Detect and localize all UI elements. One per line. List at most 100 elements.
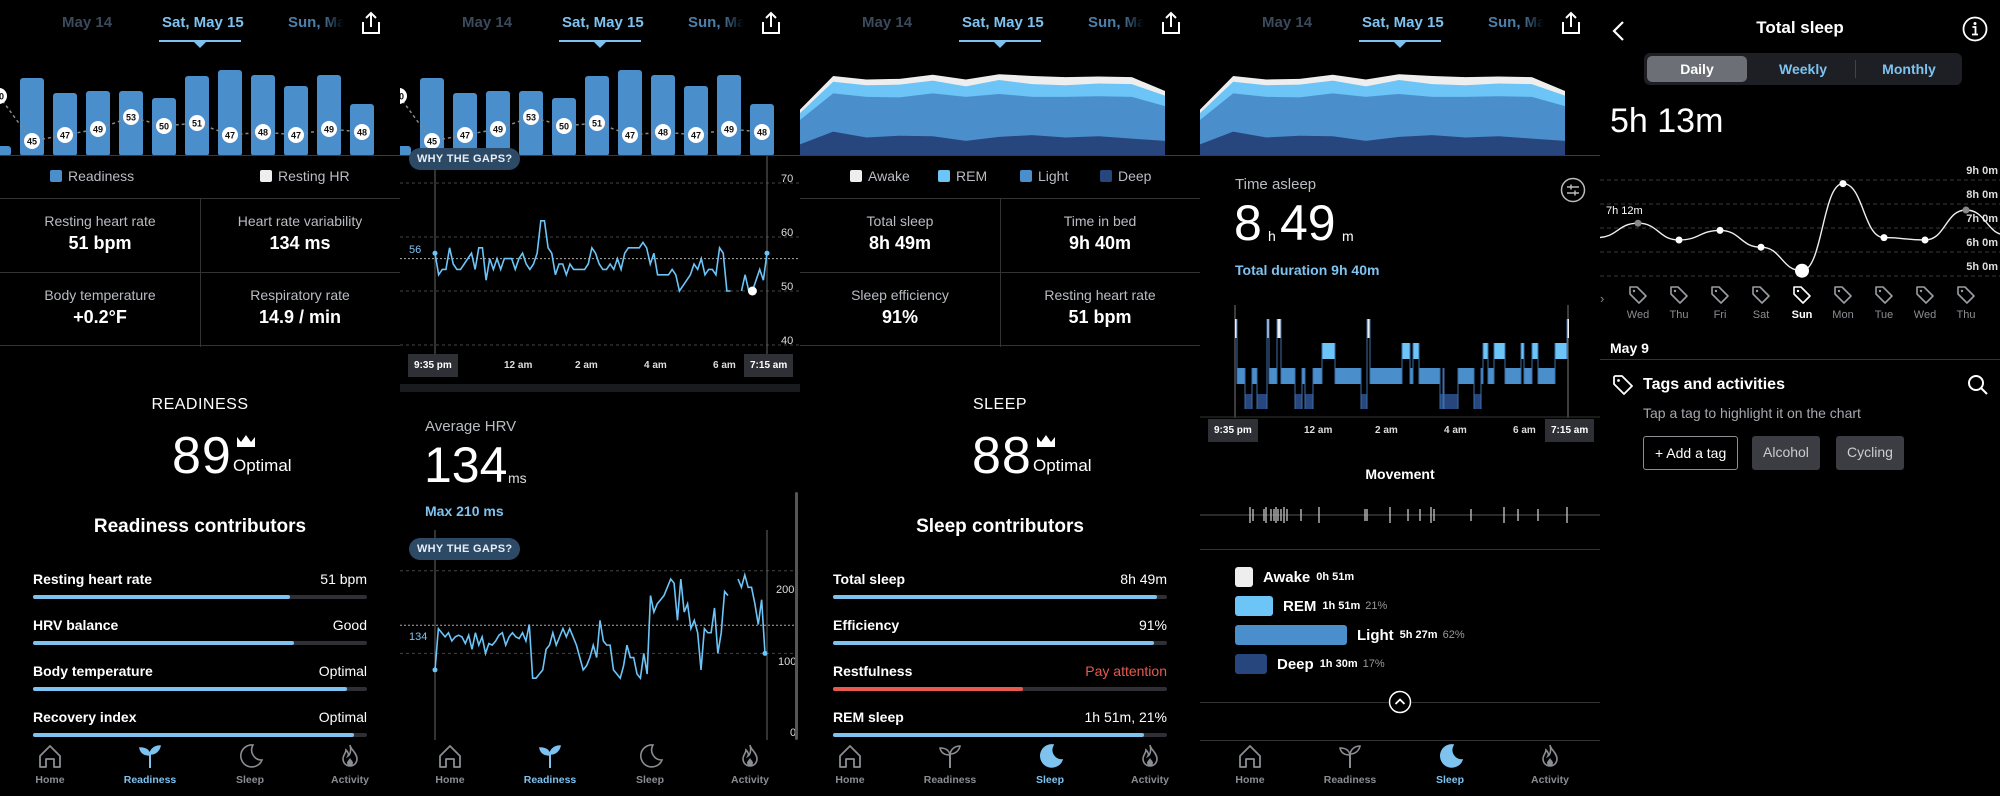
tab-readiness[interactable]: Readiness: [1300, 742, 1400, 786]
hrv-max: Max 210 ms: [425, 503, 504, 519]
tab-readiness[interactable]: Readiness: [100, 742, 200, 786]
resting-hr-label: 49: [493, 125, 503, 135]
why-the-gaps-button[interactable]: WHY THE GAPS?: [409, 148, 521, 170]
legend-deep: Deep: [1100, 168, 1151, 184]
stage-duration: 1h 51m: [1322, 600, 1361, 612]
tab-activity[interactable]: Activity: [700, 742, 800, 786]
end-time: 7:15 am: [744, 354, 794, 377]
moon-icon: [1039, 744, 1064, 768]
hypnogram-segment-D: [1305, 394, 1313, 409]
add-tag-button[interactable]: + Add a tag: [1643, 436, 1739, 470]
contributor-label: HRV balance: [33, 617, 119, 633]
legend-label: Awake: [868, 168, 910, 184]
date-navigator: May 14 Sat, May 15 Sun, May 16: [800, 0, 1200, 48]
heart-rate-chart: [400, 156, 800, 356]
tab-sleep[interactable]: Sleep: [1400, 742, 1500, 786]
tab-label: Home: [1235, 774, 1265, 786]
chart-baseline: [0, 155, 400, 156]
date-prev[interactable]: May 14: [62, 14, 112, 31]
share-icon[interactable]: [358, 10, 384, 36]
hrv-line: [737, 571, 766, 654]
segment-monthly[interactable]: Monthly: [1859, 56, 1959, 82]
resting-hr-label: 53: [126, 113, 136, 123]
date-prev[interactable]: May 14: [462, 14, 512, 31]
segment-weekly[interactable]: Weekly: [1753, 56, 1853, 82]
readiness-bar: [717, 75, 741, 156]
info-icon[interactable]: [1962, 16, 1988, 42]
flame-icon: [1542, 744, 1558, 767]
time-tick: 2 am: [1375, 425, 1398, 436]
contributor-label: Body temperature: [33, 663, 153, 679]
contributor-row[interactable]: HRV balance Good: [33, 617, 367, 647]
date-next[interactable]: Sun, May 16: [1488, 14, 1544, 31]
resting-hr-label: 49: [324, 125, 334, 135]
date-current[interactable]: Sat, May 15: [562, 14, 644, 31]
tab-activity[interactable]: Activity: [1100, 742, 1200, 786]
resting-hr-label: 49: [724, 125, 734, 135]
search-icon[interactable]: [1966, 373, 1990, 397]
date-next[interactable]: Sun, May 16: [288, 14, 344, 31]
share-icon[interactable]: [1158, 10, 1184, 36]
share-icon[interactable]: [1558, 10, 1584, 36]
stage-row-awake: Awake 0h 51m: [1235, 566, 1359, 588]
tab-sleep[interactable]: Sleep: [600, 742, 700, 786]
tab-readiness[interactable]: Readiness: [900, 742, 1000, 786]
hr-axis-tick: 70: [781, 173, 794, 185]
why-the-gaps-button[interactable]: WHY THE GAPS?: [409, 538, 521, 560]
metric-label: Time in bed: [1063, 213, 1137, 229]
scrollbar[interactable]: [795, 492, 798, 740]
contributor-row[interactable]: REM sleep 1h 51m, 21%: [833, 709, 1167, 739]
data-point: [1634, 219, 1642, 227]
tab-activity[interactable]: Activity: [300, 742, 400, 786]
tab-readiness[interactable]: Readiness: [500, 742, 600, 786]
segment-daily[interactable]: Daily: [1647, 56, 1747, 82]
hrv-chart: [400, 530, 795, 740]
contributor-row[interactable]: Resting heart rate 51 bpm: [33, 571, 367, 601]
contributor-row[interactable]: Efficiency 91%: [833, 617, 1167, 647]
tab-home[interactable]: Home: [400, 742, 500, 786]
tag-icon-shape: [1629, 286, 1647, 304]
contributor-row[interactable]: Recovery index Optimal: [33, 709, 367, 739]
tab-label: Activity: [1531, 774, 1569, 786]
divider: [1200, 549, 1600, 550]
contributor-row[interactable]: Restfulness Pay attention: [833, 663, 1167, 693]
hypnogram-segment-R: [1555, 343, 1567, 359]
tag-chip-cycling[interactable]: Cycling: [1836, 436, 1904, 470]
tab-sleep[interactable]: Sleep: [1000, 742, 1100, 786]
tab-home[interactable]: Home: [1200, 742, 1300, 786]
readiness-bar: [317, 75, 341, 156]
date-next[interactable]: Sun, May 16: [1088, 14, 1144, 31]
date-next[interactable]: Sun, May 16: [688, 14, 744, 31]
hrv-line: [434, 577, 729, 681]
hrv-value: 134: [424, 437, 508, 493]
tab-home[interactable]: Home: [0, 742, 100, 786]
readiness-bar: [684, 86, 708, 156]
date-current[interactable]: Sat, May 15: [962, 14, 1044, 31]
collapse-chevron-up-icon[interactable]: [1388, 690, 1412, 714]
metrics-grid: Total sleep 8h 49m Time in bed 9h 40m Slee…: [800, 198, 1200, 347]
share-icon[interactable]: [758, 10, 784, 36]
hrv-axis-tick: 200: [776, 584, 795, 596]
date-prev[interactable]: May 14: [862, 14, 912, 31]
tab-sleep[interactable]: Sleep: [200, 742, 300, 786]
readiness-screen: May 14 Sat, May 15 Sun, May 16 60 45 47 49 5…: [0, 0, 400, 796]
hrv-end-point: [762, 650, 768, 656]
date-current[interactable]: Sat, May 15: [162, 14, 244, 31]
total-duration: Total duration 9h 40m: [1235, 262, 1380, 278]
tag-icon-hole: [1673, 289, 1677, 293]
contributor-row[interactable]: Body temperature Optimal: [33, 663, 367, 693]
contributor-row[interactable]: Total sleep 8h 49m: [833, 571, 1167, 601]
settings-sliders-icon[interactable]: [1560, 177, 1586, 203]
contributor-value: Optimal: [318, 709, 367, 725]
readiness-bar: [251, 75, 275, 156]
contributor-label: Total sleep: [833, 571, 906, 587]
date-prev[interactable]: May 14: [1262, 14, 1312, 31]
crown-icon: [1037, 435, 1055, 447]
tab-home[interactable]: Home: [800, 742, 900, 786]
tab-activity[interactable]: Activity: [1500, 742, 1600, 786]
resting-hr-label: 53: [526, 113, 536, 123]
total-sleep-line-chart: 5h 0m 6h 0m 7h 0m 8h 0m 9h 0m 7h 12m › Wed Thu Fr…: [1600, 165, 2000, 321]
tag-chip-alcohol[interactable]: Alcohol: [1752, 436, 1820, 470]
data-point: [1675, 236, 1683, 244]
date-current[interactable]: Sat, May 15: [1362, 14, 1444, 31]
